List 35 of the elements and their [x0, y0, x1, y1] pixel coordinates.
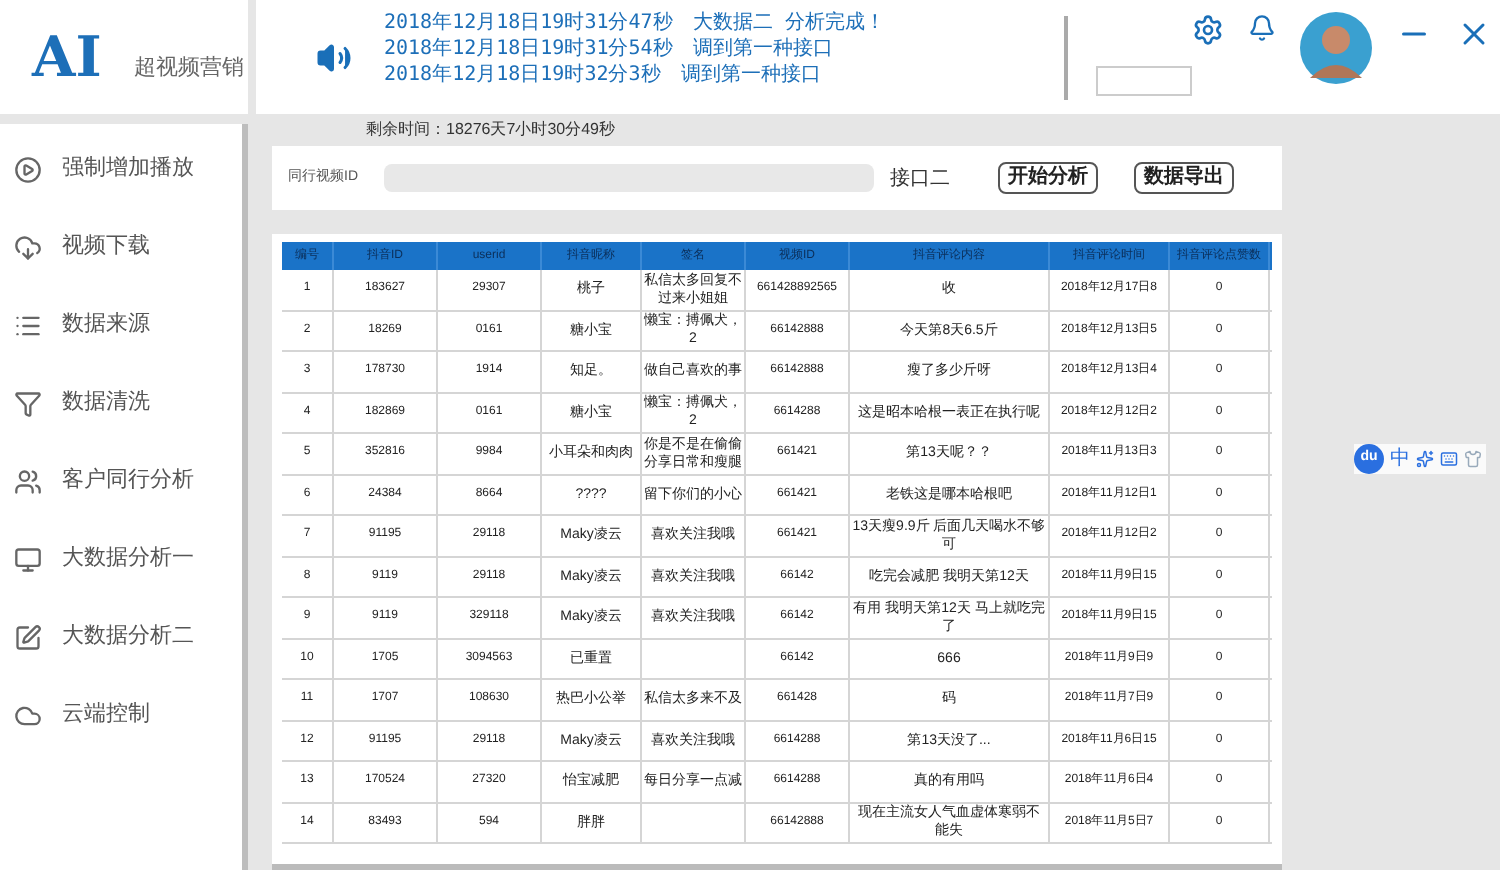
- action-button[interactable]: 数据导出: [1134, 162, 1234, 194]
- logo: AI: [32, 21, 102, 93]
- small-input-field[interactable]: [1096, 66, 1192, 96]
- edit-icon: [14, 623, 42, 651]
- sidebar-item[interactable]: 数据来源: [14, 304, 242, 346]
- cloud-icon: [14, 701, 42, 729]
- shirt-icon: [1464, 450, 1482, 468]
- sidebar-item[interactable]: 视频下载: [14, 226, 242, 268]
- bell-icon[interactable]: [1248, 14, 1276, 42]
- ime-mode: 中: [1390, 445, 1410, 474]
- sidebar-item[interactable]: 云端控制: [14, 694, 242, 736]
- settings-icon[interactable]: [1192, 14, 1224, 46]
- log-line: 2018年12月18日19时32分3秒 调到第一种接口: [384, 62, 823, 88]
- action-button[interactable]: 开始分析: [998, 162, 1098, 194]
- sidebar-item[interactable]: 大数据分析二: [14, 616, 242, 658]
- play-circle-icon: [14, 155, 42, 183]
- users-icon: [14, 467, 42, 495]
- list-icon: [14, 311, 42, 339]
- speaker-icon[interactable]: [316, 39, 352, 75]
- log-line: 2018年12月18日19时31分54秒 调到第一种接口: [384, 36, 835, 62]
- avatar[interactable]: [1300, 12, 1372, 84]
- interface-label: 接口二: [890, 165, 950, 193]
- sidebar-item[interactable]: 大数据分析一: [14, 538, 242, 580]
- scrollbar[interactable]: [1064, 15, 1068, 99]
- cloud-download-icon: [14, 233, 42, 261]
- remaining-time: 剩余时间：18276天7小时30分49秒: [366, 120, 617, 140]
- sidebar-item[interactable]: 客户同行分析: [14, 460, 242, 502]
- keyboard-icon: [1440, 450, 1458, 468]
- monitor-icon: [14, 545, 42, 573]
- filter-icon: [14, 389, 42, 417]
- sparkle-icon: [1416, 450, 1434, 468]
- app-name: 超视频营销: [133, 54, 244, 85]
- log-line: 2018年12月18日19时31分47秒 大数据二 分析完成！: [384, 10, 887, 36]
- sidebar-item[interactable]: 数据清洗: [14, 382, 242, 424]
- sidebar-item[interactable]: 强制增加播放: [14, 148, 242, 190]
